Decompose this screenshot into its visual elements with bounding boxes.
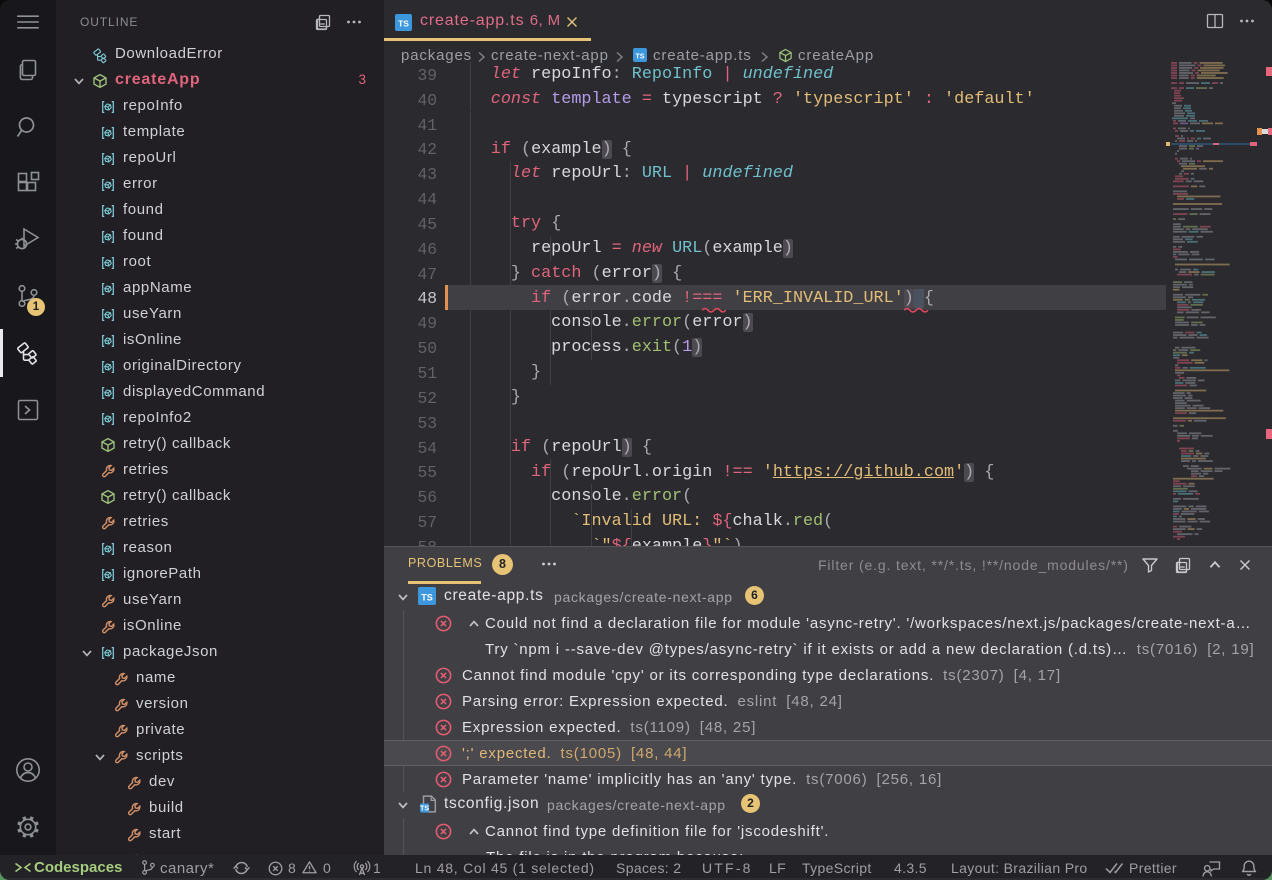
svg-text:TS: TS <box>398 19 409 29</box>
svg-text:TS: TS <box>420 803 429 812</box>
svg-text:TS: TS <box>636 53 645 60</box>
svg-text:TS: TS <box>421 592 433 602</box>
